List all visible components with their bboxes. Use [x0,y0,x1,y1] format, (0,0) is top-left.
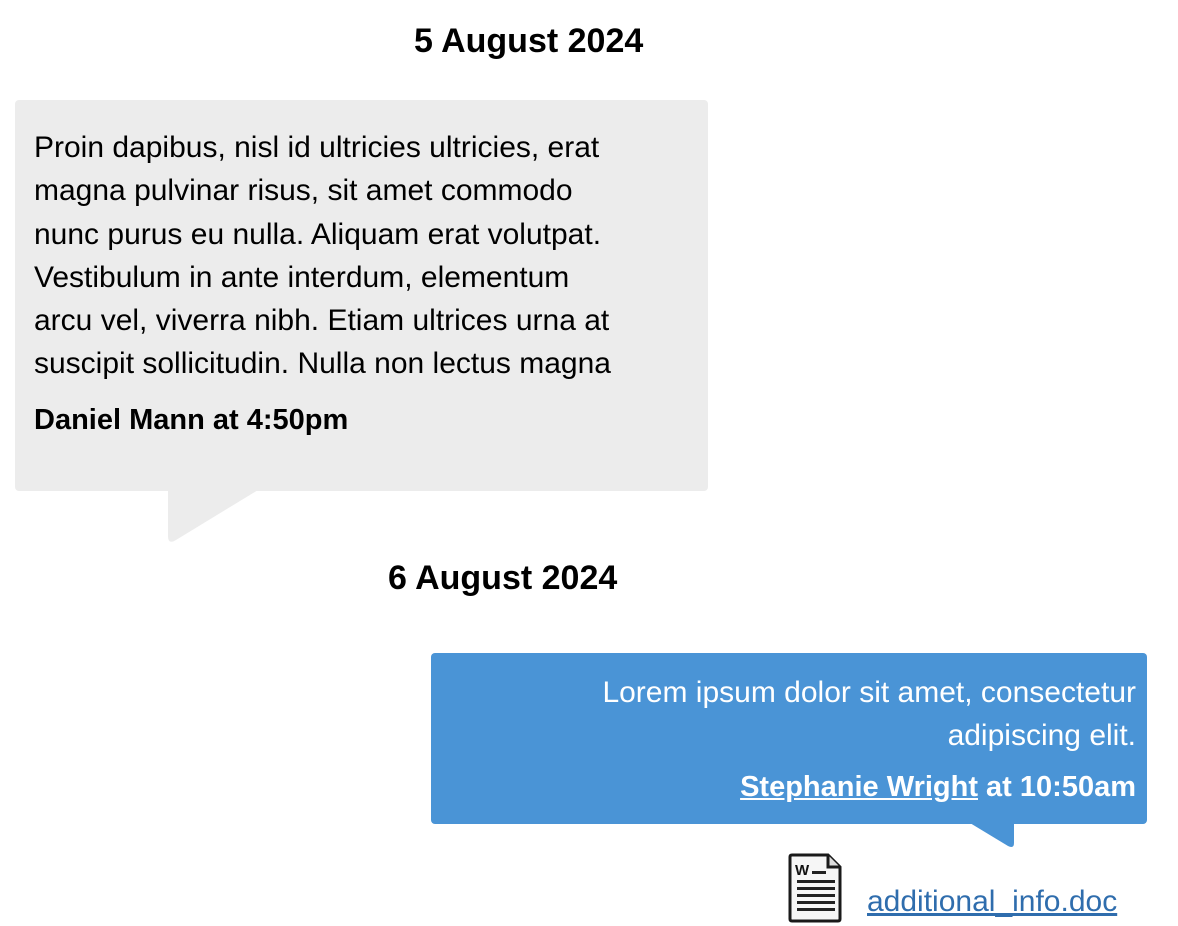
attachment[interactable]: W additional_info.doc [788,852,1117,924]
attachment-link[interactable]: additional_info.doc [867,882,1117,922]
message-bubble-outgoing: Lorem ipsum dolor sit amet, consectetur … [431,653,1147,824]
message-bubble-incoming: Proin dapibus, nisl id ultricies ultrici… [15,100,708,491]
message-meta: Daniel Mann at 4:50pm [34,403,349,436]
svg-text:W: W [795,862,810,879]
word-document-icon[interactable]: W [788,853,844,923]
message-text: Lorem ipsum dolor sit amet, consectetur … [602,676,1136,752]
message-time: at 10:50am [978,771,1136,803]
bubble-tail-outgoing [970,823,1014,847]
bubble-tail-incoming [168,490,258,542]
date-heading: 6 August 2024 [388,559,618,597]
message-meta: Stephanie Wright at 10:50am [451,767,1136,807]
message-text: Proin dapibus, nisl id ultricies ultrici… [34,131,611,381]
date-heading: 5 August 2024 [414,22,644,60]
author-link[interactable]: Stephanie Wright [740,771,978,803]
